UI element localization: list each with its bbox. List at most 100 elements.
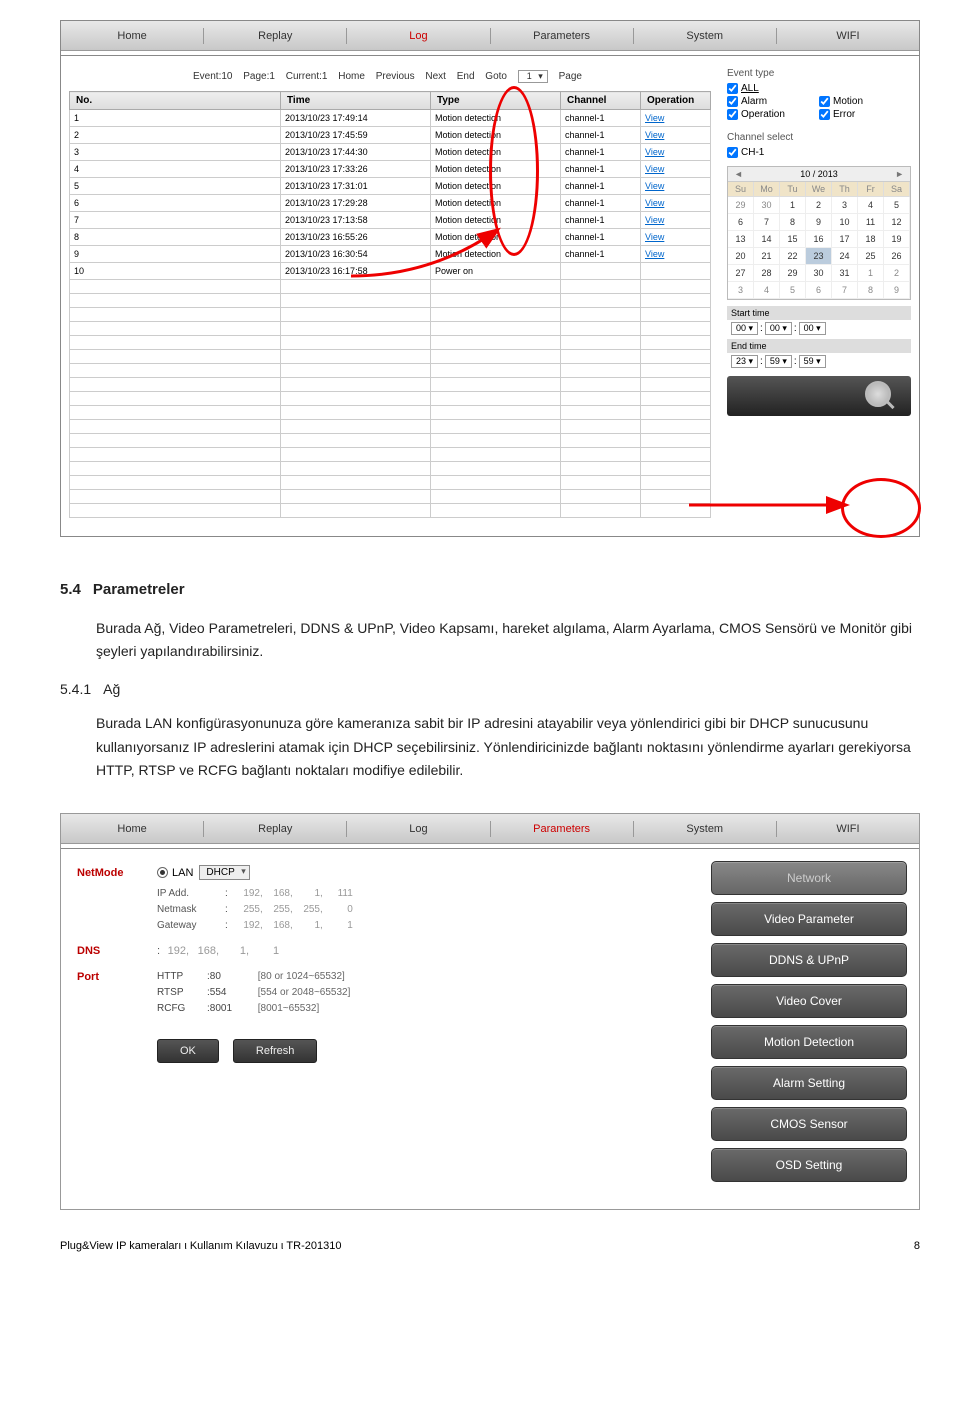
calendar-day[interactable]: 8 <box>858 282 884 299</box>
calendar-day[interactable]: 3 <box>832 197 858 214</box>
calendar-day[interactable]: 10 <box>832 214 858 231</box>
calendar-day[interactable]: 3 <box>728 282 754 299</box>
cal-prev[interactable]: ◄ <box>734 169 743 179</box>
calendar-day[interactable]: 26 <box>884 248 910 265</box>
nav-home[interactable]: Home <box>338 71 365 82</box>
calendar-day[interactable]: 5 <box>884 197 910 214</box>
nav-previous[interactable]: Previous <box>376 71 415 82</box>
calendar-day[interactable]: 2 <box>806 197 832 214</box>
calendar-day[interactable]: 12 <box>884 214 910 231</box>
table-row: 12013/10/23 17:49:14Motion detectionchan… <box>70 110 711 127</box>
calendar-day[interactable]: 4 <box>754 282 780 299</box>
calendar-day[interactable]: 25 <box>858 248 884 265</box>
refresh-button[interactable]: Refresh <box>233 1039 318 1063</box>
view-link[interactable]: View <box>641 246 711 263</box>
side-ddns-upnp[interactable]: DDNS & UPnP <box>711 943 907 977</box>
view-link[interactable]: View <box>641 161 711 178</box>
ptab-wifi[interactable]: WIFI <box>777 823 919 835</box>
calendar[interactable]: ◄ 10 / 2013 ► SuMoTuWeThFrSa293012345678… <box>727 166 911 300</box>
cb-operation[interactable]: Operation <box>727 109 819 120</box>
calendar-day[interactable]: 8 <box>780 214 806 231</box>
calendar-day[interactable]: 7 <box>754 214 780 231</box>
calendar-day[interactable]: 31 <box>832 265 858 282</box>
goto-input[interactable]: 1 ▾ <box>518 70 548 83</box>
end-hh[interactable]: 23 ▾ <box>731 355 758 368</box>
side-motion-detection[interactable]: Motion Detection <box>711 1025 907 1059</box>
calendar-day[interactable]: 28 <box>754 265 780 282</box>
calendar-day[interactable]: 24 <box>832 248 858 265</box>
search-bar[interactable] <box>727 376 911 416</box>
calendar-day[interactable]: 27 <box>728 265 754 282</box>
tab-log[interactable]: Log <box>347 30 489 42</box>
side-video-cover[interactable]: Video Cover <box>711 984 907 1018</box>
calendar-day[interactable]: 29 <box>780 265 806 282</box>
start-hh[interactable]: 00 ▾ <box>731 322 758 335</box>
view-link[interactable]: View <box>641 178 711 195</box>
table-row <box>70 364 711 378</box>
cb-ch1[interactable]: CH-1 <box>727 147 819 158</box>
calendar-day[interactable]: 4 <box>858 197 884 214</box>
calendar-day[interactable]: 21 <box>754 248 780 265</box>
calendar-day[interactable]: 30 <box>754 197 780 214</box>
view-link[interactable]: View <box>641 212 711 229</box>
calendar-day[interactable]: 18 <box>858 231 884 248</box>
end-mm[interactable]: 59 ▾ <box>765 355 792 368</box>
calendar-day[interactable]: 23 <box>806 248 832 265</box>
ptab-system[interactable]: System <box>634 823 776 835</box>
calendar-day[interactable]: 9 <box>884 282 910 299</box>
cb-motion[interactable]: Motion <box>819 96 911 107</box>
tab-wifi[interactable]: WIFI <box>777 30 919 42</box>
cal-next[interactable]: ► <box>895 169 904 179</box>
calendar-day[interactable]: 11 <box>858 214 884 231</box>
start-mm[interactable]: 00 ▾ <box>765 322 792 335</box>
view-link[interactable]: View <box>641 110 711 127</box>
tab-system[interactable]: System <box>634 30 776 42</box>
calendar-day[interactable]: 1 <box>858 265 884 282</box>
side-network[interactable]: Network <box>711 861 907 895</box>
calendar-day[interactable]: 20 <box>728 248 754 265</box>
view-link[interactable]: View <box>641 229 711 246</box>
calendar-day[interactable]: 6 <box>806 282 832 299</box>
ptab-log[interactable]: Log <box>347 823 489 835</box>
ptab-replay[interactable]: Replay <box>204 823 346 835</box>
ok-button[interactable]: OK <box>157 1039 219 1063</box>
calendar-day[interactable]: 2 <box>884 265 910 282</box>
calendar-day[interactable]: 6 <box>728 214 754 231</box>
calendar-day[interactable]: 17 <box>832 231 858 248</box>
calendar-day[interactable]: 7 <box>832 282 858 299</box>
view-link[interactable]: View <box>641 144 711 161</box>
calendar-day[interactable]: 13 <box>728 231 754 248</box>
tab-parameters[interactable]: Parameters <box>491 30 633 42</box>
tab-replay[interactable]: Replay <box>204 30 346 42</box>
start-ss[interactable]: 00 ▾ <box>799 322 826 335</box>
tab-home[interactable]: Home <box>61 30 203 42</box>
side-cmos-sensor[interactable]: CMOS Sensor <box>711 1107 907 1141</box>
calendar-day[interactable]: 14 <box>754 231 780 248</box>
nav-next[interactable]: Next <box>425 71 446 82</box>
lan-radio[interactable]: LAN <box>157 867 193 879</box>
search-icon[interactable] <box>865 381 891 407</box>
side-osd-setting[interactable]: OSD Setting <box>711 1148 907 1182</box>
ptab-parameters[interactable]: Parameters <box>491 823 633 835</box>
calendar-day[interactable]: 30 <box>806 265 832 282</box>
calendar-day[interactable]: 5 <box>780 282 806 299</box>
view-link[interactable]: View <box>641 195 711 212</box>
side-alarm-setting[interactable]: Alarm Setting <box>711 1066 907 1100</box>
parameters-screenshot: Home Replay Log Parameters System WIFI N… <box>60 813 920 1210</box>
calendar-day[interactable]: 1 <box>780 197 806 214</box>
calendar-day[interactable]: 19 <box>884 231 910 248</box>
dhcp-select[interactable]: DHCP <box>199 865 249 880</box>
cb-all[interactable]: ALL <box>727 83 911 94</box>
calendar-day[interactable]: 16 <box>806 231 832 248</box>
end-ss[interactable]: 59 ▾ <box>799 355 826 368</box>
calendar-day[interactable]: 22 <box>780 248 806 265</box>
cb-error[interactable]: Error <box>819 109 911 120</box>
nav-end[interactable]: End <box>457 71 475 82</box>
calendar-day[interactable]: 9 <box>806 214 832 231</box>
cb-alarm[interactable]: Alarm <box>727 96 819 107</box>
calendar-day[interactable]: 15 <box>780 231 806 248</box>
side-video-parameter[interactable]: Video Parameter <box>711 902 907 936</box>
view-link[interactable]: View <box>641 127 711 144</box>
calendar-day[interactable]: 29 <box>728 197 754 214</box>
ptab-home[interactable]: Home <box>61 823 203 835</box>
